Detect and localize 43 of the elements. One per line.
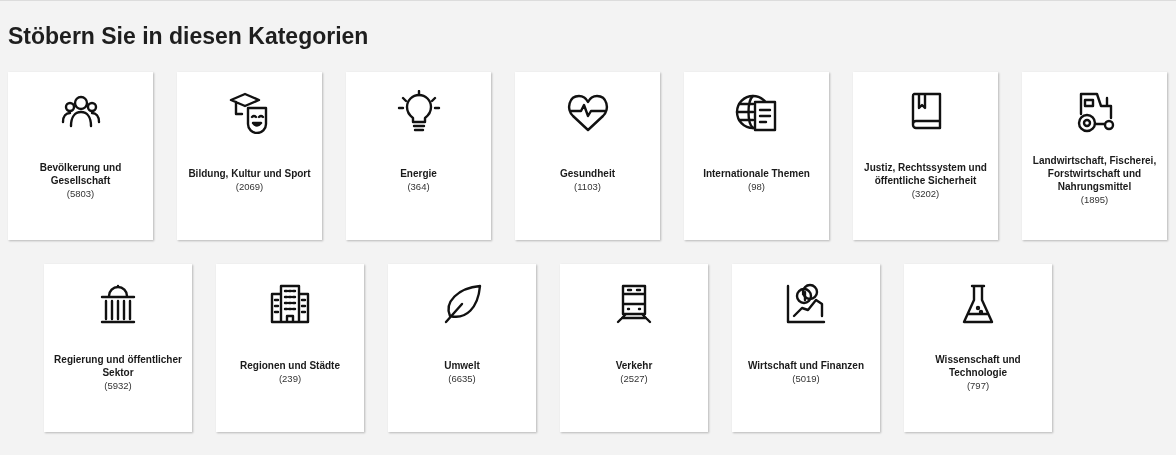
category-count: (2527) [620, 372, 648, 385]
category-card[interactable]: Bevölkerung und Gesellschaft (5803) [8, 72, 153, 240]
category-card[interactable]: Regierung und öffentlicher Sektor (5932) [44, 264, 192, 432]
section-title: Stöbern Sie in diesen Kategorien [8, 23, 370, 50]
category-label: Internationale Themen [703, 167, 810, 180]
category-label: Bevölkerung und Gesellschaft [38, 160, 123, 187]
category-count: (5019) [792, 372, 820, 385]
category-card[interactable]: Regionen und Städte (239) [216, 264, 364, 432]
category-card[interactable]: Landwirtschaft, Fischerei, Forstwirtschaft und Nahrungsmittel (1895) [1022, 72, 1167, 240]
category-card[interactable]: Bildung, Kultur und Sport (2069) [177, 72, 322, 240]
category-card[interactable]: Umwelt (6635) [388, 264, 536, 432]
category-count: (5803) [66, 186, 95, 200]
category-card[interactable]: Energie (364) [346, 72, 491, 240]
category-card[interactable]: Wirtschaft und Finanzen (5019) [732, 264, 880, 432]
office-building-icon [268, 282, 312, 326]
category-label: Regionen und Städte [240, 359, 340, 372]
category-label: Verkehr [615, 359, 653, 372]
category-label: Wirtschaft und Finanzen [748, 359, 864, 372]
category-card[interactable]: Verkehr (2527) [560, 264, 708, 432]
category-count: (3202) [911, 186, 940, 200]
category-card[interactable]: Gesundheit (1103) [515, 72, 660, 240]
category-label: Umwelt [444, 359, 480, 372]
category-label: Landwirtschaft, Fischerei, Forstwirtschaft und Nahrungsmittel [1031, 154, 1158, 193]
category-card[interactable]: Justiz, Rechtssystem und öffentliche Sicherheit (3202) [853, 72, 998, 240]
category-count: (5932) [104, 378, 132, 392]
category-count: (239) [278, 372, 302, 385]
category-label: Energie [400, 167, 437, 180]
category-card[interactable]: Internationale Themen (98) [684, 72, 829, 240]
category-count: (797) [966, 378, 990, 392]
category-label: Regierung und öffentlicher Sektor [53, 352, 183, 379]
light-bulb-icon [396, 90, 441, 134]
category-count: (364) [407, 180, 430, 193]
category-count: (1895) [1080, 193, 1109, 206]
category-count: (98) [748, 180, 765, 193]
category-label: Gesundheit [560, 167, 615, 180]
coins-and-chart-icon [784, 282, 828, 326]
category-label: Justiz, Rechtssystem und öffentliche Sicherheit [863, 160, 988, 187]
category-count: (6635) [448, 372, 476, 385]
category-count: (1103) [574, 180, 601, 193]
category-label: Bildung, Kultur und Sport [188, 167, 311, 180]
category-card[interactable]: Wissenschaft und Technologie (797) [904, 264, 1052, 432]
category-label: Wissenschaft und Technologie [934, 352, 1022, 379]
category-count: (2069) [235, 180, 264, 193]
